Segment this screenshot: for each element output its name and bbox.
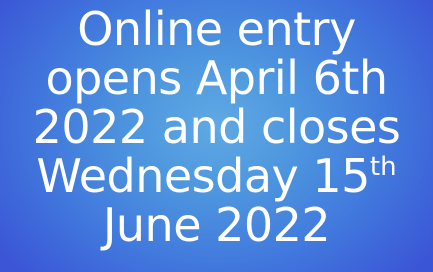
ordinal-suffix: th bbox=[369, 152, 397, 182]
announcement-banner: Online entry opens April 6th 2022 and cl… bbox=[0, 0, 433, 272]
message-line-4: Wednesday 15th bbox=[0, 152, 433, 201]
message-line-5: June 2022 bbox=[102, 198, 331, 252]
entry-dates-message: Online entry opens April 6th 2022 and cl… bbox=[0, 5, 433, 250]
message-line-1: Online entry bbox=[77, 2, 356, 56]
message-line-3: 2022 and closes bbox=[32, 100, 401, 154]
closing-day-text: Wednesday 15 bbox=[36, 149, 370, 203]
message-line-2: opens April 6th bbox=[45, 51, 388, 105]
